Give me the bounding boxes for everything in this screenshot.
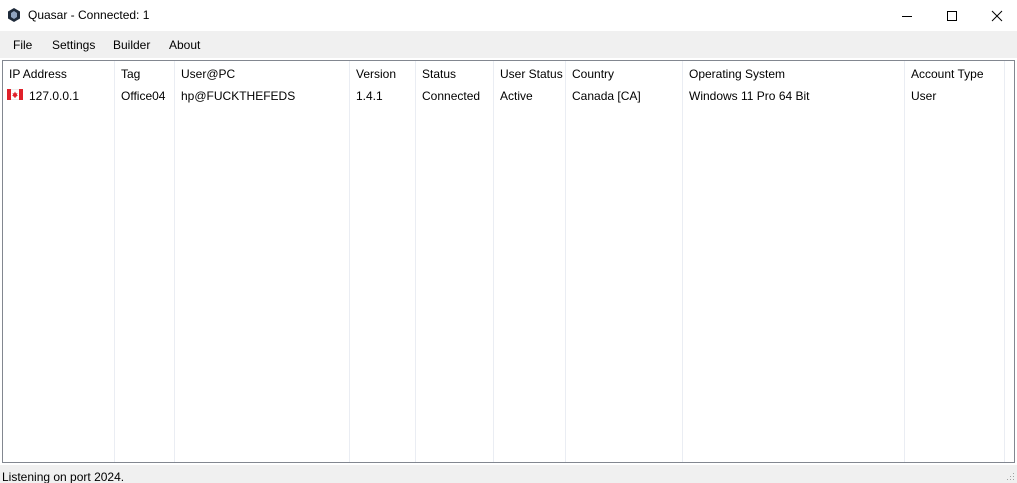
cell-operating-system: Windows 11 Pro 64 Bit xyxy=(689,89,810,103)
header-version[interactable]: Version xyxy=(356,67,396,81)
column-separator[interactable] xyxy=(682,61,683,462)
resize-grip-icon[interactable] xyxy=(1005,471,1015,481)
header-status[interactable]: Status xyxy=(422,67,456,81)
header-account-type[interactable]: Account Type xyxy=(911,67,984,81)
menu-bar: File Settings Builder About xyxy=(0,31,1017,58)
column-separator[interactable] xyxy=(415,61,416,462)
status-bar: Listening on port 2024. xyxy=(0,465,1017,483)
menu-file[interactable]: File xyxy=(13,38,32,52)
cell-account-type: User xyxy=(911,89,937,103)
header-user-status[interactable]: User Status xyxy=(500,67,563,81)
cell-ip-address: 127.0.0.1 xyxy=(29,89,80,103)
cell-status: Connected xyxy=(422,89,481,103)
column-separator[interactable] xyxy=(904,61,905,462)
minimize-icon xyxy=(902,15,912,17)
column-separator[interactable] xyxy=(493,61,494,462)
cell-country: Canada [CA] xyxy=(572,89,641,103)
minimize-button[interactable] xyxy=(884,0,930,31)
column-separator[interactable] xyxy=(114,61,115,462)
header-tag[interactable]: Tag xyxy=(121,67,140,81)
maximize-icon xyxy=(947,10,957,21)
header-country[interactable]: Country xyxy=(572,67,614,81)
header-ip-address[interactable]: IP Address xyxy=(9,67,67,81)
column-separator[interactable] xyxy=(1004,61,1005,462)
column-separator[interactable] xyxy=(349,61,350,462)
menu-settings[interactable]: Settings xyxy=(52,38,95,52)
cell-tag: Office04 xyxy=(121,89,166,103)
column-separator[interactable] xyxy=(565,61,566,462)
status-text: Listening on port 2024. xyxy=(2,470,125,483)
header-operating-system[interactable]: Operating System xyxy=(689,67,785,81)
menu-builder[interactable]: Builder xyxy=(113,38,150,52)
menu-about[interactable]: About xyxy=(169,38,200,52)
column-separator[interactable] xyxy=(174,61,175,462)
close-icon xyxy=(991,10,1003,21)
cell-version: 1.4.1 xyxy=(356,89,383,103)
quasar-logo-icon xyxy=(8,8,20,22)
header-user-pc[interactable]: User@PC xyxy=(181,67,235,81)
cell-user-pc: hp@FUCKTHEFEDS xyxy=(181,89,296,103)
cell-user-status: Active xyxy=(500,89,533,103)
window-title: Quasar - Connected: 1 xyxy=(28,8,150,22)
close-button[interactable] xyxy=(974,0,1017,31)
clients-list[interactable]: IP Address Tag User@PC Version Status Us… xyxy=(2,60,1015,463)
canada-flag-icon xyxy=(7,89,23,100)
maximize-button[interactable] xyxy=(929,0,975,31)
title-bar[interactable]: Quasar - Connected: 1 xyxy=(0,0,1017,31)
